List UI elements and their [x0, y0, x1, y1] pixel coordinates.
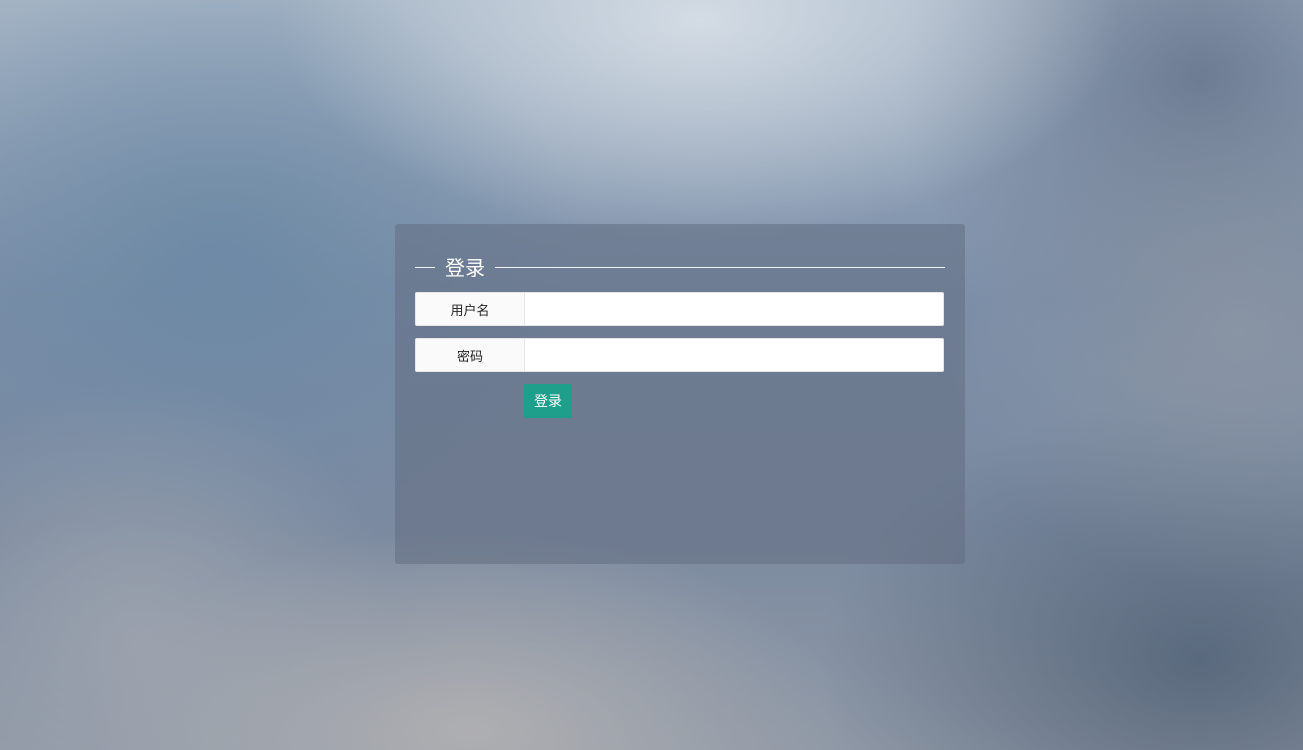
username-row: 用户名	[415, 292, 944, 326]
legend-divider-right	[495, 267, 945, 268]
login-panel: 登录 用户名 密码 登录	[395, 224, 965, 564]
login-title: 登录	[445, 256, 485, 280]
username-input[interactable]	[524, 292, 944, 326]
login-legend: 登录	[415, 254, 945, 282]
username-label: 用户名	[415, 292, 524, 326]
legend-divider-left	[415, 267, 435, 268]
password-input[interactable]	[524, 338, 944, 372]
password-row: 密码	[415, 338, 944, 372]
login-button[interactable]: 登录	[524, 384, 572, 418]
password-label: 密码	[415, 338, 524, 372]
